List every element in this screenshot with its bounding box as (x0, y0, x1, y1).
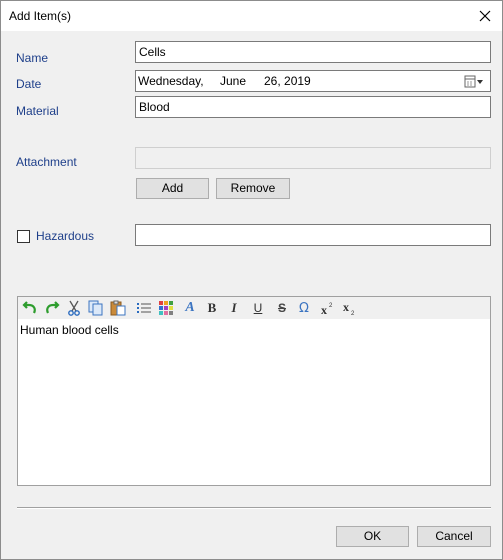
svg-text:x: x (321, 303, 327, 315)
date-weekday[interactable]: Wednesday, (138, 74, 204, 88)
close-icon (479, 10, 491, 22)
date-month[interactable]: June (220, 74, 246, 88)
hazardous-label[interactable]: Hazardous (36, 229, 94, 243)
remove-attachment-button[interactable]: Remove (216, 178, 290, 199)
cancel-button[interactable]: Cancel (417, 526, 491, 547)
window-title: Add Item(s) (9, 9, 72, 23)
color-grid-icon[interactable] (157, 299, 175, 317)
attachment-label: Attachment (16, 155, 77, 169)
date-picker[interactable]: Wednesday, June 26, 2019 (135, 70, 491, 92)
bullet-list-icon[interactable] (135, 299, 153, 317)
svg-text:2: 2 (329, 303, 333, 309)
material-label: Material (16, 104, 59, 118)
date-day-year[interactable]: 26, 2019 (264, 74, 311, 88)
date-label: Date (16, 77, 42, 91)
editor-toolbar: A B I U S Ω x2 x2 (18, 297, 490, 319)
name-field[interactable]: Cells (135, 41, 491, 63)
hazardous-field[interactable] (135, 224, 491, 246)
attachment-field (135, 147, 491, 169)
copy-icon[interactable] (87, 299, 105, 317)
hazardous-checkbox[interactable] (17, 230, 30, 243)
name-label: Name (16, 51, 49, 65)
font-style-icon[interactable]: A (181, 299, 199, 317)
title-bar: Add Item(s) (1, 1, 502, 31)
svg-text:2: 2 (351, 311, 355, 315)
material-field[interactable]: Blood (135, 96, 491, 118)
footer-divider (17, 507, 491, 509)
editor-content[interactable]: Human blood cells (20, 323, 119, 337)
add-items-dialog: Add Item(s) Name Cells Date Wednesday, J… (0, 0, 503, 560)
bold-icon[interactable]: B (203, 299, 221, 317)
calendar-dropdown-icon[interactable] (464, 75, 484, 89)
superscript-icon[interactable]: x2 (319, 299, 337, 317)
subscript-icon[interactable]: x2 (341, 299, 359, 317)
redo-icon[interactable] (43, 299, 61, 317)
omega-icon[interactable]: Ω (295, 299, 313, 317)
add-attachment-button[interactable]: Add (136, 178, 209, 199)
svg-text:x: x (343, 301, 349, 314)
underline-icon[interactable]: U (249, 299, 267, 317)
cut-icon[interactable] (65, 299, 83, 317)
rich-text-editor[interactable]: A B I U S Ω x2 x2 Human blood cells (17, 296, 491, 486)
paste-icon[interactable] (109, 299, 127, 317)
strikethrough-icon[interactable]: S (273, 299, 291, 317)
close-button[interactable] (468, 1, 502, 31)
ok-button[interactable]: OK (336, 526, 409, 547)
undo-icon[interactable] (21, 299, 39, 317)
italic-icon[interactable]: I (225, 299, 243, 317)
